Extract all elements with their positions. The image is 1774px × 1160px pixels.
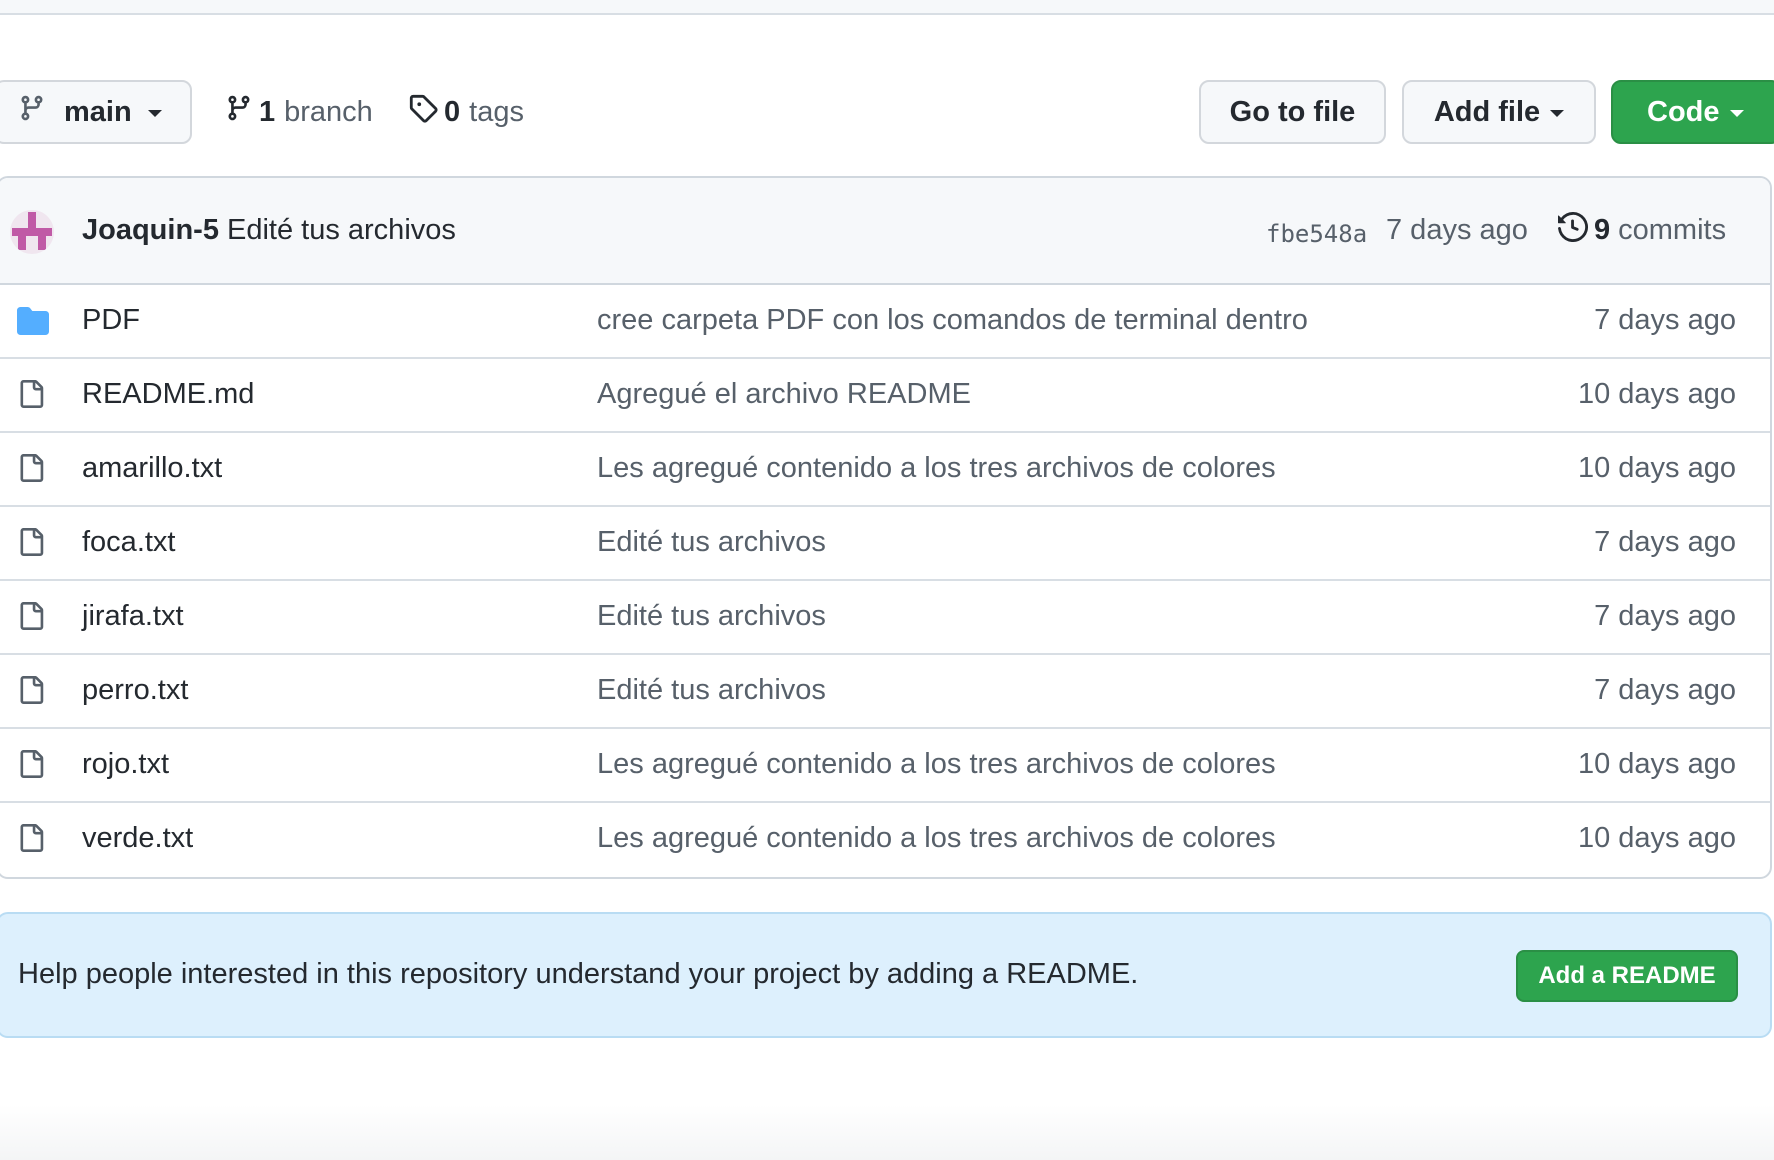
commit-time: 7 days ago [1386,214,1528,246]
branch-selector-button[interactable]: main [0,80,192,144]
history-icon [1558,211,1589,250]
readme-banner: Help people interested in this repositor… [0,912,1772,1038]
file-commit-time: 7 days ago [1594,526,1736,558]
file-icon [17,600,45,637]
file-row[interactable]: verde.txt Les agregué contenido a los tre… [0,803,1770,877]
file-commit-time: 7 days ago [1594,304,1736,336]
page-footer-area [0,1105,1774,1160]
code-label: Code [1647,95,1720,128]
branch-name: main [64,95,132,128]
avatar[interactable] [10,210,54,254]
tags-link[interactable]: 0 tags [408,80,524,144]
file-name-link[interactable]: verde.txt [82,822,193,855]
latest-commit-bar: Joaquin-5 Edité tus archivos fbe548a 7 d… [0,178,1770,285]
file-name-link[interactable]: perro.txt [82,674,188,707]
file-row[interactable]: PDF cree carpeta PDF con los comandos de … [0,285,1770,359]
file-commit-time: 10 days ago [1577,378,1736,410]
file-commit-message-link[interactable]: cree carpeta PDF con los comandos de ter… [597,304,1308,337]
file-commit-time: 10 days ago [1577,822,1736,854]
file-commit-message-link[interactable]: Les agregué contenido a los tres archivo… [597,822,1276,855]
readme-banner-text: Help people interested in this repositor… [18,958,1139,990]
add-readme-button[interactable]: Add a README [1516,950,1738,1002]
chevron-down-icon [1729,110,1744,117]
file-commit-message-link[interactable]: Les agregué contenido a los tres archivo… [597,452,1276,485]
folder-icon [17,307,49,340]
top-strip [0,0,1774,15]
file-commit-time: 10 days ago [1577,748,1736,780]
tag-count: 0 [444,95,461,128]
file-list-box: Joaquin-5 Edité tus archivos fbe548a 7 d… [0,176,1772,879]
file-icon [17,748,45,785]
file-commit-message-link[interactable]: Edité tus archivos [597,526,826,559]
file-commit-time: 7 days ago [1594,600,1736,632]
code-button[interactable]: Code [1611,80,1774,144]
tag-label: tags [469,95,524,128]
file-name-link[interactable]: amarillo.txt [82,452,222,485]
file-commit-message-link[interactable]: Edité tus archivos [597,600,826,633]
add-file-button[interactable]: Add file [1402,80,1596,144]
commit-label: commits [1618,214,1727,246]
commits-link[interactable]: 9 commits [1558,211,1727,250]
file-row[interactable]: foca.txt Edité tus archivos 7 days ago [0,507,1770,581]
branch-count: 1 [259,95,276,128]
commit-sha-link[interactable]: fbe548a [1266,220,1367,248]
file-row[interactable]: perro.txt Edité tus archivos 7 days ago [0,655,1770,729]
file-name-link[interactable]: PDF [82,304,140,337]
add-file-label: Add file [1433,95,1541,128]
commit-message-link[interactable]: Edité tus archivos [227,214,456,247]
file-commit-time: 10 days ago [1577,452,1736,484]
chevron-down-icon [147,110,162,117]
file-row[interactable]: README.md Agregué el archivo README 10 day… [0,359,1770,433]
file-commit-message-link[interactable]: Les agregué contenido a los tres archivo… [597,748,1276,781]
file-name-link[interactable]: README.md [82,378,254,411]
file-name-link[interactable]: jirafa.txt [82,600,184,633]
commit-author-link[interactable]: Joaquin-5 [82,214,219,247]
go-to-file-label: Go to file [1229,95,1356,128]
chevron-down-icon [1550,110,1565,117]
file-commit-message-link[interactable]: Agregué el archivo README [597,378,971,411]
file-row[interactable]: rojo.txt Les agregué contenido a los tres… [0,729,1770,803]
file-row[interactable]: jirafa.txt Edité tus archivos 7 days ago [0,581,1770,655]
file-icon [17,526,45,563]
file-rows: PDF cree carpeta PDF con los comandos de … [0,285,1770,877]
file-name-link[interactable]: rojo.txt [82,748,169,781]
git-branch-icon [225,93,253,131]
file-icon [17,378,45,415]
file-row[interactable]: amarillo.txt Les agregué contenido a los … [0,433,1770,507]
file-icon [17,674,45,711]
branch-label: branch [284,95,373,128]
branches-link[interactable]: 1 branch [225,80,373,144]
git-branch-icon [18,93,46,131]
commit-count: 9 [1594,214,1611,246]
file-icon [17,452,45,489]
file-icon [17,822,45,859]
file-commit-message-link[interactable]: Edité tus archivos [597,674,826,707]
file-name-link[interactable]: foca.txt [82,526,176,559]
go-to-file-button[interactable]: Go to file [1199,80,1386,144]
tag-icon [408,93,438,131]
add-readme-label: Add a README [1538,962,1716,989]
file-commit-time: 7 days ago [1594,674,1736,706]
